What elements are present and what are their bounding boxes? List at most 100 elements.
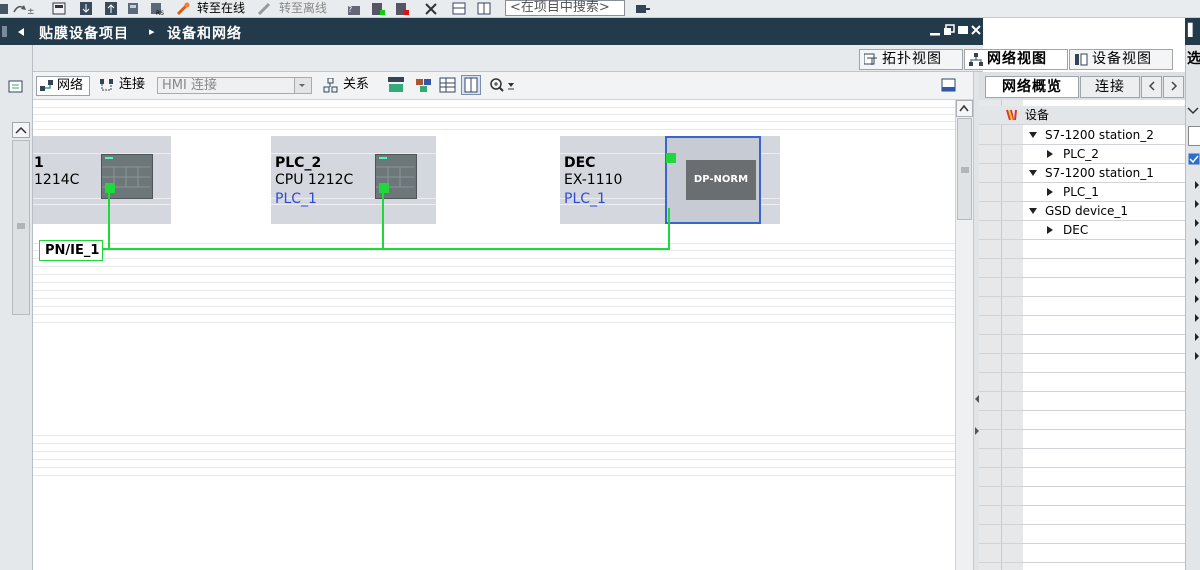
show-address-icon[interactable] xyxy=(387,77,405,93)
tab-scroll-right[interactable] xyxy=(1163,76,1184,98)
simulation-icon[interactable]: RST xyxy=(150,2,164,15)
empty-row xyxy=(979,240,1185,259)
chevron-down-icon xyxy=(299,84,305,87)
task-card-header: ▌ xyxy=(1185,18,1200,45)
options-label: 选 xyxy=(1187,51,1200,67)
view-tabs: 拓扑视图 网络视图 设备视图 xyxy=(33,45,1173,72)
tab-network-overview[interactable]: 网络概览 xyxy=(985,76,1079,98)
relations-icon xyxy=(323,78,338,93)
tree-row[interactable]: GSD device_1 xyxy=(979,202,1185,221)
tab-connections[interactable]: 连接 xyxy=(1080,76,1140,98)
stop-cpu-icon[interactable] xyxy=(395,2,409,15)
chevron-up-icon xyxy=(959,104,969,112)
scroll-up-button[interactable] xyxy=(956,100,973,117)
save-icon[interactable] xyxy=(0,2,10,15)
svg-text:?: ? xyxy=(348,5,352,14)
subnet-line[interactable] xyxy=(108,191,670,250)
chevron-left-icon xyxy=(1148,81,1155,91)
tab-topology-view[interactable]: 拓扑视图 xyxy=(859,49,963,70)
overview-toggle-icon[interactable] xyxy=(941,78,957,94)
editor-titlebar: 贴膜设备项目 ▸ 设备和网络 xyxy=(33,18,983,45)
empty-row xyxy=(979,525,1185,544)
float-window-icon[interactable] xyxy=(943,24,955,36)
project-tree-icon[interactable] xyxy=(8,78,26,94)
relations-button[interactable]: 关系 xyxy=(323,76,369,96)
collapsed-triangle-icon[interactable] xyxy=(1047,226,1053,234)
go-offline-button[interactable]: 转至离线 xyxy=(279,1,327,15)
download-icon[interactable] xyxy=(79,2,93,15)
tree-row[interactable]: PLC_1 xyxy=(979,183,1185,202)
tree-row[interactable]: PLC_2 xyxy=(979,145,1185,164)
network-lines xyxy=(102,191,670,250)
network-editor-toolbar: 网络 连接 HMI 连接 关系 xyxy=(33,72,973,100)
connection-label: 连接 xyxy=(119,77,146,92)
tree-row[interactable]: DEC xyxy=(979,221,1185,240)
network-mode-button[interactable]: 网络 xyxy=(36,76,90,96)
start-cpu-icon[interactable] xyxy=(371,2,385,15)
minimize-icon[interactable] xyxy=(929,27,941,37)
options-input[interactable] xyxy=(1188,126,1200,146)
connection-mode-button[interactable]: 连接 xyxy=(99,76,145,96)
device-view-icon xyxy=(1075,53,1088,66)
tree-row-label: DEC xyxy=(1063,223,1089,237)
compile-icon[interactable] xyxy=(52,2,66,15)
empty-row xyxy=(979,430,1185,449)
breadcrumb-section: 设备和网络 xyxy=(167,26,242,42)
maximize-icon[interactable] xyxy=(957,24,969,36)
device-icon[interactable] xyxy=(126,2,140,15)
upload-icon[interactable] xyxy=(104,2,118,15)
chevron-right-icon xyxy=(1170,81,1177,91)
connection-type-select[interactable]: HMI 连接 xyxy=(157,77,312,94)
dropdown-arrow[interactable] xyxy=(294,78,311,93)
chevron-down-icon[interactable] xyxy=(1187,106,1199,116)
tab-network-view[interactable]: 网络视图 xyxy=(964,49,1068,70)
network-overview-table: 设备 S7-1200 station_2 PLC_2 S7-1200 stati… xyxy=(979,100,1185,570)
left-scroll-up[interactable] xyxy=(12,122,30,138)
left-scroll-thumb[interactable] xyxy=(12,140,30,315)
go-online-button[interactable]: 转至在线 xyxy=(197,1,245,15)
overview-tabs: 网络概览 连接 xyxy=(979,72,1185,100)
canvas-vertical-scrollbar[interactable] xyxy=(955,100,973,570)
project-search-input[interactable]: <在项目中搜索> xyxy=(505,0,625,16)
grip-icon xyxy=(961,167,969,173)
relations-label: 关系 xyxy=(343,77,370,92)
split-vertical-icon[interactable] xyxy=(477,2,491,15)
zoom-icon[interactable] xyxy=(489,77,517,93)
expand-triangle-icon[interactable] xyxy=(1029,170,1037,176)
expand-triangle-icon[interactable] xyxy=(1029,132,1037,138)
tree-row[interactable]: S7-1200 station_1 xyxy=(979,164,1185,183)
layout-toggle-button[interactable] xyxy=(461,75,481,95)
empty-row xyxy=(979,411,1185,430)
checkbox-icon[interactable] xyxy=(1188,153,1200,165)
go-offline-icon[interactable] xyxy=(257,2,271,15)
connection-icon xyxy=(100,79,113,91)
subnet-label[interactable]: PN/IE_1 xyxy=(39,240,103,261)
close-icon[interactable] xyxy=(424,2,438,15)
empty-row xyxy=(979,297,1185,316)
devices-column-header: 设备 xyxy=(1025,108,1050,122)
topology-icon xyxy=(864,53,877,65)
redo-icon[interactable]: ± xyxy=(12,2,34,15)
tree-row-label: S7-1200 station_1 xyxy=(1045,166,1154,180)
io-tags-icon[interactable] xyxy=(415,77,433,93)
close-editor-icon[interactable] xyxy=(970,24,982,36)
empty-row xyxy=(979,487,1185,506)
table-view-icon[interactable] xyxy=(439,77,457,93)
search-go-icon[interactable] xyxy=(634,2,652,15)
tab-device-view[interactable]: 设备视图 xyxy=(1069,49,1173,70)
split-horizontal-icon[interactable] xyxy=(452,2,466,15)
breadcrumb-project[interactable]: 贴膜设备项目 xyxy=(39,23,129,43)
network-canvas[interactable]: 1 1214C PLC_2 CPU 1212C PLC_1 DEC EX-111… xyxy=(33,100,955,570)
expand-triangle-icon[interactable] xyxy=(1029,208,1037,214)
collapsed-triangle-icon[interactable] xyxy=(1047,188,1053,196)
diagnostics-icon[interactable]: ? xyxy=(347,2,363,15)
empty-row xyxy=(979,259,1185,278)
task-card-strip: 选 xyxy=(1185,18,1200,570)
scroll-thumb[interactable] xyxy=(957,118,972,220)
go-online-icon[interactable] xyxy=(176,2,190,15)
tree-row[interactable]: S7-1200 station_2 xyxy=(979,126,1185,145)
collapsed-triangle-icon[interactable] xyxy=(1047,150,1053,158)
tab-scroll-left[interactable] xyxy=(1141,76,1162,98)
tree-row-label: PLC_2 xyxy=(1063,147,1099,161)
collapse-left-icon[interactable] xyxy=(2,25,30,39)
